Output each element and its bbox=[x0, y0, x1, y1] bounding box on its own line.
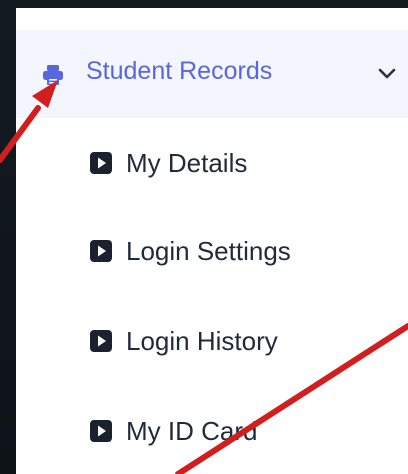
submenu-item-login-settings[interactable]: Login Settings bbox=[16, 222, 408, 282]
login-history-label: Login History bbox=[126, 326, 278, 356]
play-square-icon bbox=[90, 240, 112, 262]
login-settings-label: Login Settings bbox=[126, 236, 291, 266]
screenshot-stage: Student Records My Details Login Setting… bbox=[0, 0, 408, 474]
printer-icon bbox=[43, 65, 63, 85]
submenu-item-my-id-card[interactable]: My ID Card bbox=[16, 402, 408, 462]
play-square-icon bbox=[90, 152, 112, 174]
play-square-icon bbox=[90, 420, 112, 442]
my-details-label: My Details bbox=[126, 148, 248, 178]
chevron-down-icon[interactable] bbox=[378, 68, 396, 80]
play-square-icon bbox=[90, 330, 112, 352]
my-id-card-label: My ID Card bbox=[126, 416, 258, 446]
submenu-item-login-history[interactable]: Login History bbox=[16, 312, 408, 372]
student-records-menu-toggle[interactable]: Student Records bbox=[16, 30, 408, 118]
student-records-label: Student Records bbox=[86, 57, 273, 85]
submenu-item-my-details[interactable]: My Details bbox=[16, 134, 408, 194]
